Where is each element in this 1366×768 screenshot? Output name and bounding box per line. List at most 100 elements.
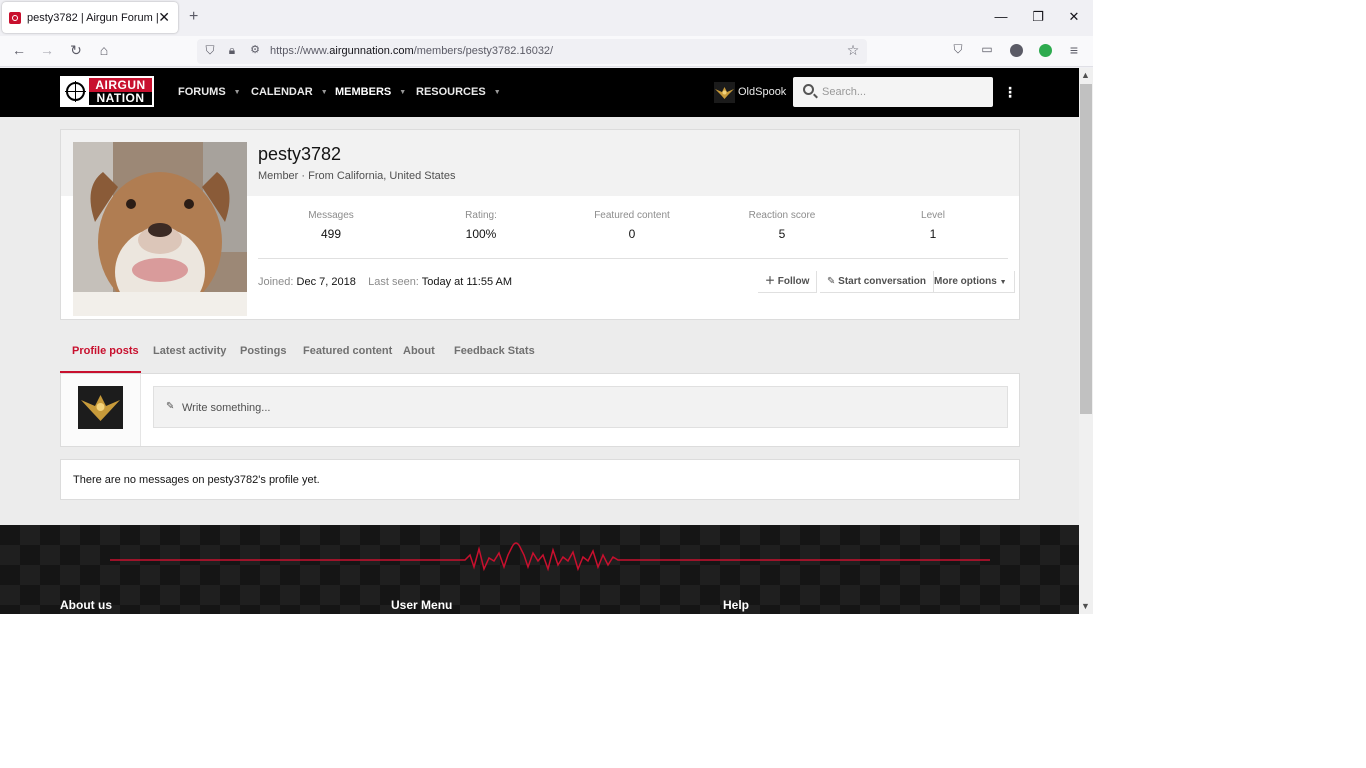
member-name: pesty3782 bbox=[258, 144, 342, 164]
lock-icon[interactable]: 🔒︎ bbox=[223, 43, 241, 58]
joined-label: Joined: bbox=[258, 276, 294, 288]
post-placeholder: Write something... bbox=[182, 402, 271, 414]
footer-heading-help: Help bbox=[723, 598, 750, 612]
user-name-link[interactable]: OldSpook bbox=[738, 86, 786, 98]
page-scrollbar[interactable]: ▲ ▼ bbox=[1079, 68, 1093, 614]
nav-calendar[interactable]: CALENDAR ▼ bbox=[251, 86, 328, 98]
joined-date: Dec 7, 2018 bbox=[296, 276, 356, 288]
member-avatar[interactable] bbox=[73, 142, 247, 316]
nav-resources[interactable]: RESOURCES ▼ bbox=[416, 86, 501, 98]
profile-post-box: ✎ Write something... bbox=[60, 373, 1020, 447]
home-icon[interactable]: ⌂ bbox=[95, 42, 113, 58]
browser-tab[interactable]: pesty3782 | Airgun Forum | Airg ✕ bbox=[2, 2, 178, 33]
plus-icon: ＋ bbox=[765, 276, 775, 287]
write-something-input[interactable]: ✎ Write something... bbox=[153, 386, 1008, 428]
reader-view-icon[interactable]: ▭ bbox=[978, 42, 996, 56]
stat-value: 499 bbox=[320, 227, 342, 241]
stat-value: 1 bbox=[929, 227, 937, 241]
site-logo[interactable]: AIRGUN NATION bbox=[60, 76, 154, 107]
more-vertical-icon[interactable]: ⋮ bbox=[1003, 84, 1017, 101]
stat-label: Rating: bbox=[465, 210, 497, 221]
page-viewport: AIRGUN NATION FORUMS ▼ CALENDAR ▼ MEMBERS ▼… bbox=[0, 68, 1079, 614]
tab-postings[interactable]: Postings bbox=[240, 345, 286, 357]
stat-rating: Rating: 100% bbox=[406, 210, 556, 241]
heartbeat-line bbox=[110, 542, 990, 572]
permissions-icon[interactable]: ⚙ bbox=[246, 43, 264, 56]
member-header-card: pesty3782 Member · From California, Unit… bbox=[60, 129, 1020, 320]
navigation-toolbar: ← → ↻ ⌂ ⛉ 🔒︎ ⚙ https://www.airgunnation.… bbox=[0, 36, 1093, 67]
stat-value: 5 bbox=[778, 227, 786, 241]
menu-icon[interactable]: ≡ bbox=[1065, 42, 1083, 58]
stat-reaction-score[interactable]: Reaction score 5 bbox=[707, 210, 857, 241]
stat-featured-content[interactable]: Featured content 0 bbox=[557, 210, 707, 241]
tab-profile-posts[interactable]: Profile posts bbox=[72, 345, 139, 357]
nav-forums[interactable]: FORUMS ▼ bbox=[178, 86, 241, 98]
last-seen-label: Last seen: bbox=[368, 276, 419, 288]
back-icon[interactable]: ← bbox=[10, 42, 28, 58]
stat-label: Featured content bbox=[594, 210, 670, 221]
pencil-icon: ✎ bbox=[166, 401, 175, 412]
caret-down-icon: ▼ bbox=[233, 89, 241, 96]
footer-heading-about: About us bbox=[60, 598, 112, 612]
site-footer: About us User Menu Help bbox=[0, 525, 1079, 614]
minimize-icon[interactable]: — bbox=[994, 9, 1008, 24]
pocket-icon[interactable]: ⛉ bbox=[949, 42, 967, 57]
start-conversation-button[interactable]: ✎ Start conversation bbox=[820, 271, 934, 293]
caret-down-icon: ▼ bbox=[320, 89, 328, 96]
last-seen-date[interactable]: Today at 11:55 AM bbox=[422, 276, 512, 288]
tab-featured-content[interactable]: Featured content bbox=[303, 345, 392, 357]
pencil-icon: ✎ bbox=[827, 276, 836, 287]
stat-label: Messages bbox=[308, 210, 354, 221]
stat-level: Level 1 bbox=[858, 210, 1008, 241]
member-subtitle: Member · From California, United States bbox=[258, 170, 456, 182]
logo-text-bottom: NATION bbox=[96, 91, 145, 105]
scroll-thumb[interactable] bbox=[1080, 84, 1092, 414]
site-favicon-icon bbox=[9, 11, 21, 24]
logo-text-top: AIRGUN bbox=[89, 78, 152, 92]
footer-heading-user-menu: User Menu bbox=[391, 598, 453, 612]
stat-value: 0 bbox=[628, 227, 636, 241]
url-text: https://www.airgunnation.com/members/pes… bbox=[270, 45, 554, 57]
tab-close-icon[interactable]: ✕ bbox=[158, 9, 170, 26]
search-placeholder: Search... bbox=[822, 86, 867, 98]
reload-icon[interactable]: ↻ bbox=[67, 42, 85, 59]
extension-green-icon[interactable] bbox=[1039, 44, 1052, 57]
stat-label: Reaction score bbox=[748, 210, 816, 221]
nav-members[interactable]: MEMBERS ▼ bbox=[335, 86, 406, 98]
scroll-up-icon[interactable]: ▲ bbox=[1081, 70, 1090, 80]
restore-icon[interactable]: ❐ bbox=[1031, 9, 1045, 25]
forward-icon[interactable]: → bbox=[38, 42, 56, 58]
site-header: AIRGUN NATION FORUMS ▼ CALENDAR ▼ MEMBERS ▼… bbox=[0, 68, 1079, 117]
crosshair-logo-icon bbox=[62, 78, 89, 105]
tab-about[interactable]: About bbox=[403, 345, 435, 357]
stat-label: Level bbox=[921, 210, 945, 221]
empty-message-text: There are no messages on pesty3782's pro… bbox=[73, 474, 320, 486]
caret-down-icon: ▼ bbox=[999, 279, 1007, 286]
user-avatar[interactable] bbox=[78, 386, 123, 429]
user-avatar[interactable] bbox=[714, 82, 735, 103]
search-input[interactable]: Search... bbox=[793, 77, 993, 107]
tab-strip: pesty3782 | Airgun Forum | Airg ✕ + — ❐ … bbox=[0, 0, 1093, 36]
stat-messages[interactable]: Messages 499 bbox=[256, 210, 406, 241]
browser-window: pesty3782 | Airgun Forum | Airg ✕ + — ❐ … bbox=[0, 0, 1093, 614]
tab-feedback-stats[interactable]: Feedback Stats bbox=[454, 345, 535, 357]
scroll-down-icon[interactable]: ▼ bbox=[1081, 601, 1090, 611]
search-icon bbox=[803, 84, 814, 95]
divider bbox=[258, 258, 1008, 259]
follow-button[interactable]: ＋ Follow bbox=[758, 271, 818, 293]
bookmark-star-icon[interactable]: ☆ bbox=[844, 42, 862, 59]
tab-title: pesty3782 | Airgun Forum | Airg bbox=[27, 11, 159, 24]
empty-messages-notice: There are no messages on pesty3782's pro… bbox=[60, 459, 1020, 500]
window-close-icon[interactable]: ✕ bbox=[1067, 9, 1081, 25]
caret-down-icon: ▼ bbox=[493, 89, 501, 96]
more-options-button[interactable]: More options ▼ bbox=[927, 271, 1015, 293]
stat-value: 100% bbox=[465, 227, 497, 241]
tab-latest-activity[interactable]: Latest activity bbox=[153, 345, 226, 357]
new-tab-button[interactable]: + bbox=[189, 8, 198, 26]
tracking-shield-icon[interactable]: ⛉ bbox=[201, 43, 219, 58]
post-avatar-column bbox=[61, 374, 141, 446]
member-dates: Joined: Dec 7, 2018 Last seen: Today at … bbox=[258, 276, 512, 288]
extension-icon[interactable] bbox=[1010, 44, 1023, 57]
caret-down-icon: ▼ bbox=[399, 89, 407, 96]
url-bar[interactable]: ⛉ 🔒︎ ⚙ https://www.airgunnation.com/memb… bbox=[197, 39, 867, 64]
